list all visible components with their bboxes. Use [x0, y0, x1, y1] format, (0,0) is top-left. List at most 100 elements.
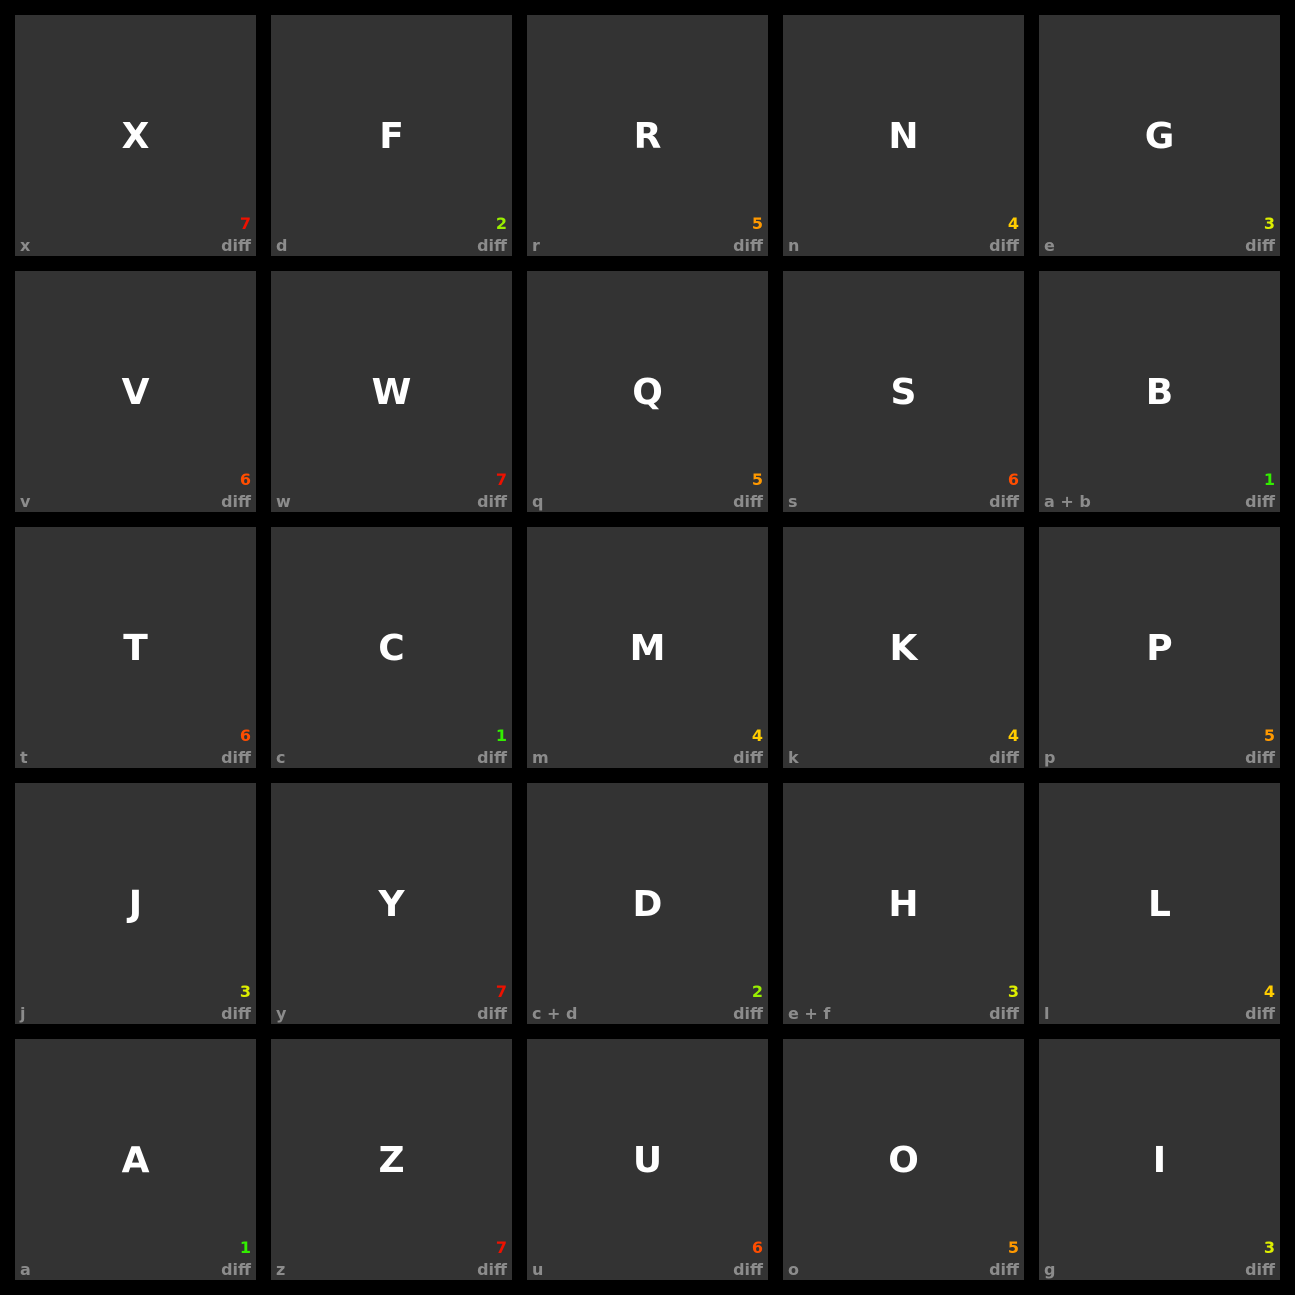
tile-hint: p: [1044, 748, 1056, 767]
tile-letter: O: [888, 1140, 919, 1181]
tile-letter: Z: [378, 1140, 405, 1181]
tile-hint: j: [20, 1004, 26, 1023]
difficulty-label: diff: [221, 1004, 251, 1023]
letter-tile-k[interactable]: Kk 4 diff: [783, 527, 1024, 768]
difficulty-value: 5: [1007, 1238, 1019, 1257]
difficulty-label: diff: [733, 236, 763, 255]
difficulty-label: diff: [1245, 236, 1275, 255]
difficulty-value: 7: [495, 470, 507, 489]
letter-tile-l[interactable]: Ll 4 diff: [1039, 783, 1280, 1024]
tile-letter: Q: [632, 372, 663, 413]
tile-hint: c + d: [532, 1004, 578, 1023]
tile-letter: U: [632, 1140, 663, 1181]
tile-letter: W: [371, 372, 412, 413]
difficulty-value: 5: [751, 470, 763, 489]
difficulty-label: diff: [221, 1260, 251, 1279]
difficulty-value: 6: [239, 726, 251, 745]
letter-tile-f[interactable]: Fd 2 diff: [271, 15, 512, 256]
tile-hint: l: [1044, 1004, 1050, 1023]
difficulty-value: 1: [239, 1238, 251, 1257]
tile-hint: a: [20, 1260, 31, 1279]
tile-letter: S: [890, 372, 917, 413]
letter-tile-t[interactable]: Tt 6 diff: [15, 527, 256, 768]
tile-hint: c: [276, 748, 286, 767]
difficulty-label: diff: [477, 492, 507, 511]
tile-letter: K: [889, 628, 918, 669]
tile-hint: w: [276, 492, 291, 511]
difficulty-value: 7: [495, 1238, 507, 1257]
difficulty-label: diff: [221, 748, 251, 767]
difficulty-value: 4: [1007, 726, 1019, 745]
letter-tile-j[interactable]: Jj 3 diff: [15, 783, 256, 1024]
tile-hint: d: [276, 236, 288, 255]
difficulty-value: 4: [1007, 214, 1019, 233]
tile-letter: X: [121, 116, 150, 157]
difficulty-value: 1: [495, 726, 507, 745]
difficulty-label: diff: [477, 1004, 507, 1023]
letter-tile-c[interactable]: Cc 1 diff: [271, 527, 512, 768]
tile-hint: r: [532, 236, 540, 255]
tile-letter: Y: [378, 884, 405, 925]
tile-letter: F: [379, 116, 404, 157]
tile-letter: H: [888, 884, 919, 925]
letter-tile-u[interactable]: Uu 6 diff: [527, 1039, 768, 1280]
difficulty-label: diff: [989, 236, 1019, 255]
tile-hint: x: [20, 236, 31, 255]
tile-letter: N: [888, 116, 919, 157]
tile-letter: D: [632, 884, 663, 925]
letter-tile-b[interactable]: Ba + b 1 diff: [1039, 271, 1280, 512]
tile-letter: C: [378, 628, 405, 669]
difficulty-label: diff: [1245, 748, 1275, 767]
letter-tile-x[interactable]: Xx 7 diff: [15, 15, 256, 256]
difficulty-label: diff: [477, 236, 507, 255]
tile-hint: v: [20, 492, 31, 511]
tile-letter: V: [121, 372, 150, 413]
tile-hint: n: [788, 236, 800, 255]
difficulty-value: 3: [239, 982, 251, 1001]
tile-letter: R: [633, 116, 662, 157]
letter-tile-w[interactable]: Ww 7 diff: [271, 271, 512, 512]
difficulty-value: 3: [1263, 1238, 1275, 1257]
tile-letter: M: [629, 628, 666, 669]
difficulty-value: 2: [751, 982, 763, 1001]
difficulty-value: 5: [1263, 726, 1275, 745]
letter-tile-grid: Xx 7 diff Fd 2 diff Rr 5 diff Nn 4 diff Ge 3 diff Vv 6 di…: [15, 15, 1280, 1280]
difficulty-value: 7: [239, 214, 251, 233]
letter-tile-v[interactable]: Vv 6 diff: [15, 271, 256, 512]
difficulty-label: diff: [1245, 492, 1275, 511]
letter-tile-s[interactable]: Ss 6 diff: [783, 271, 1024, 512]
tile-hint: t: [20, 748, 28, 767]
letter-tile-o[interactable]: Oo 5 diff: [783, 1039, 1024, 1280]
letter-tile-p[interactable]: Pp 5 diff: [1039, 527, 1280, 768]
letter-tile-q[interactable]: Qq 5 diff: [527, 271, 768, 512]
difficulty-value: 6: [239, 470, 251, 489]
difficulty-label: diff: [989, 748, 1019, 767]
difficulty-value: 5: [751, 214, 763, 233]
tile-letter: B: [1145, 372, 1174, 413]
difficulty-label: diff: [477, 1260, 507, 1279]
letter-tile-z[interactable]: Zz 7 diff: [271, 1039, 512, 1280]
tile-hint: e + f: [788, 1004, 831, 1023]
letter-tile-i[interactable]: Ig 3 diff: [1039, 1039, 1280, 1280]
tile-hint: g: [1044, 1260, 1056, 1279]
letter-tile-m[interactable]: Mm 4 diff: [527, 527, 768, 768]
difficulty-label: diff: [221, 236, 251, 255]
letter-tile-n[interactable]: Nn 4 diff: [783, 15, 1024, 256]
letter-tile-h[interactable]: He + f 3 diff: [783, 783, 1024, 1024]
difficulty-label: diff: [989, 492, 1019, 511]
tile-hint: y: [276, 1004, 287, 1023]
letter-tile-a[interactable]: Aa 1 diff: [15, 1039, 256, 1280]
tile-letter: T: [123, 628, 148, 669]
tile-hint: s: [788, 492, 798, 511]
letter-tile-g[interactable]: Ge 3 diff: [1039, 15, 1280, 256]
difficulty-value: 2: [495, 214, 507, 233]
difficulty-value: 4: [751, 726, 763, 745]
difficulty-value: 4: [1263, 982, 1275, 1001]
letter-tile-y[interactable]: Yy 7 diff: [271, 783, 512, 1024]
difficulty-value: 6: [1007, 470, 1019, 489]
letter-tile-d[interactable]: Dc + d 2 diff: [527, 783, 768, 1024]
letter-tile-r[interactable]: Rr 5 diff: [527, 15, 768, 256]
difficulty-label: diff: [989, 1004, 1019, 1023]
difficulty-label: diff: [477, 748, 507, 767]
difficulty-label: diff: [989, 1260, 1019, 1279]
